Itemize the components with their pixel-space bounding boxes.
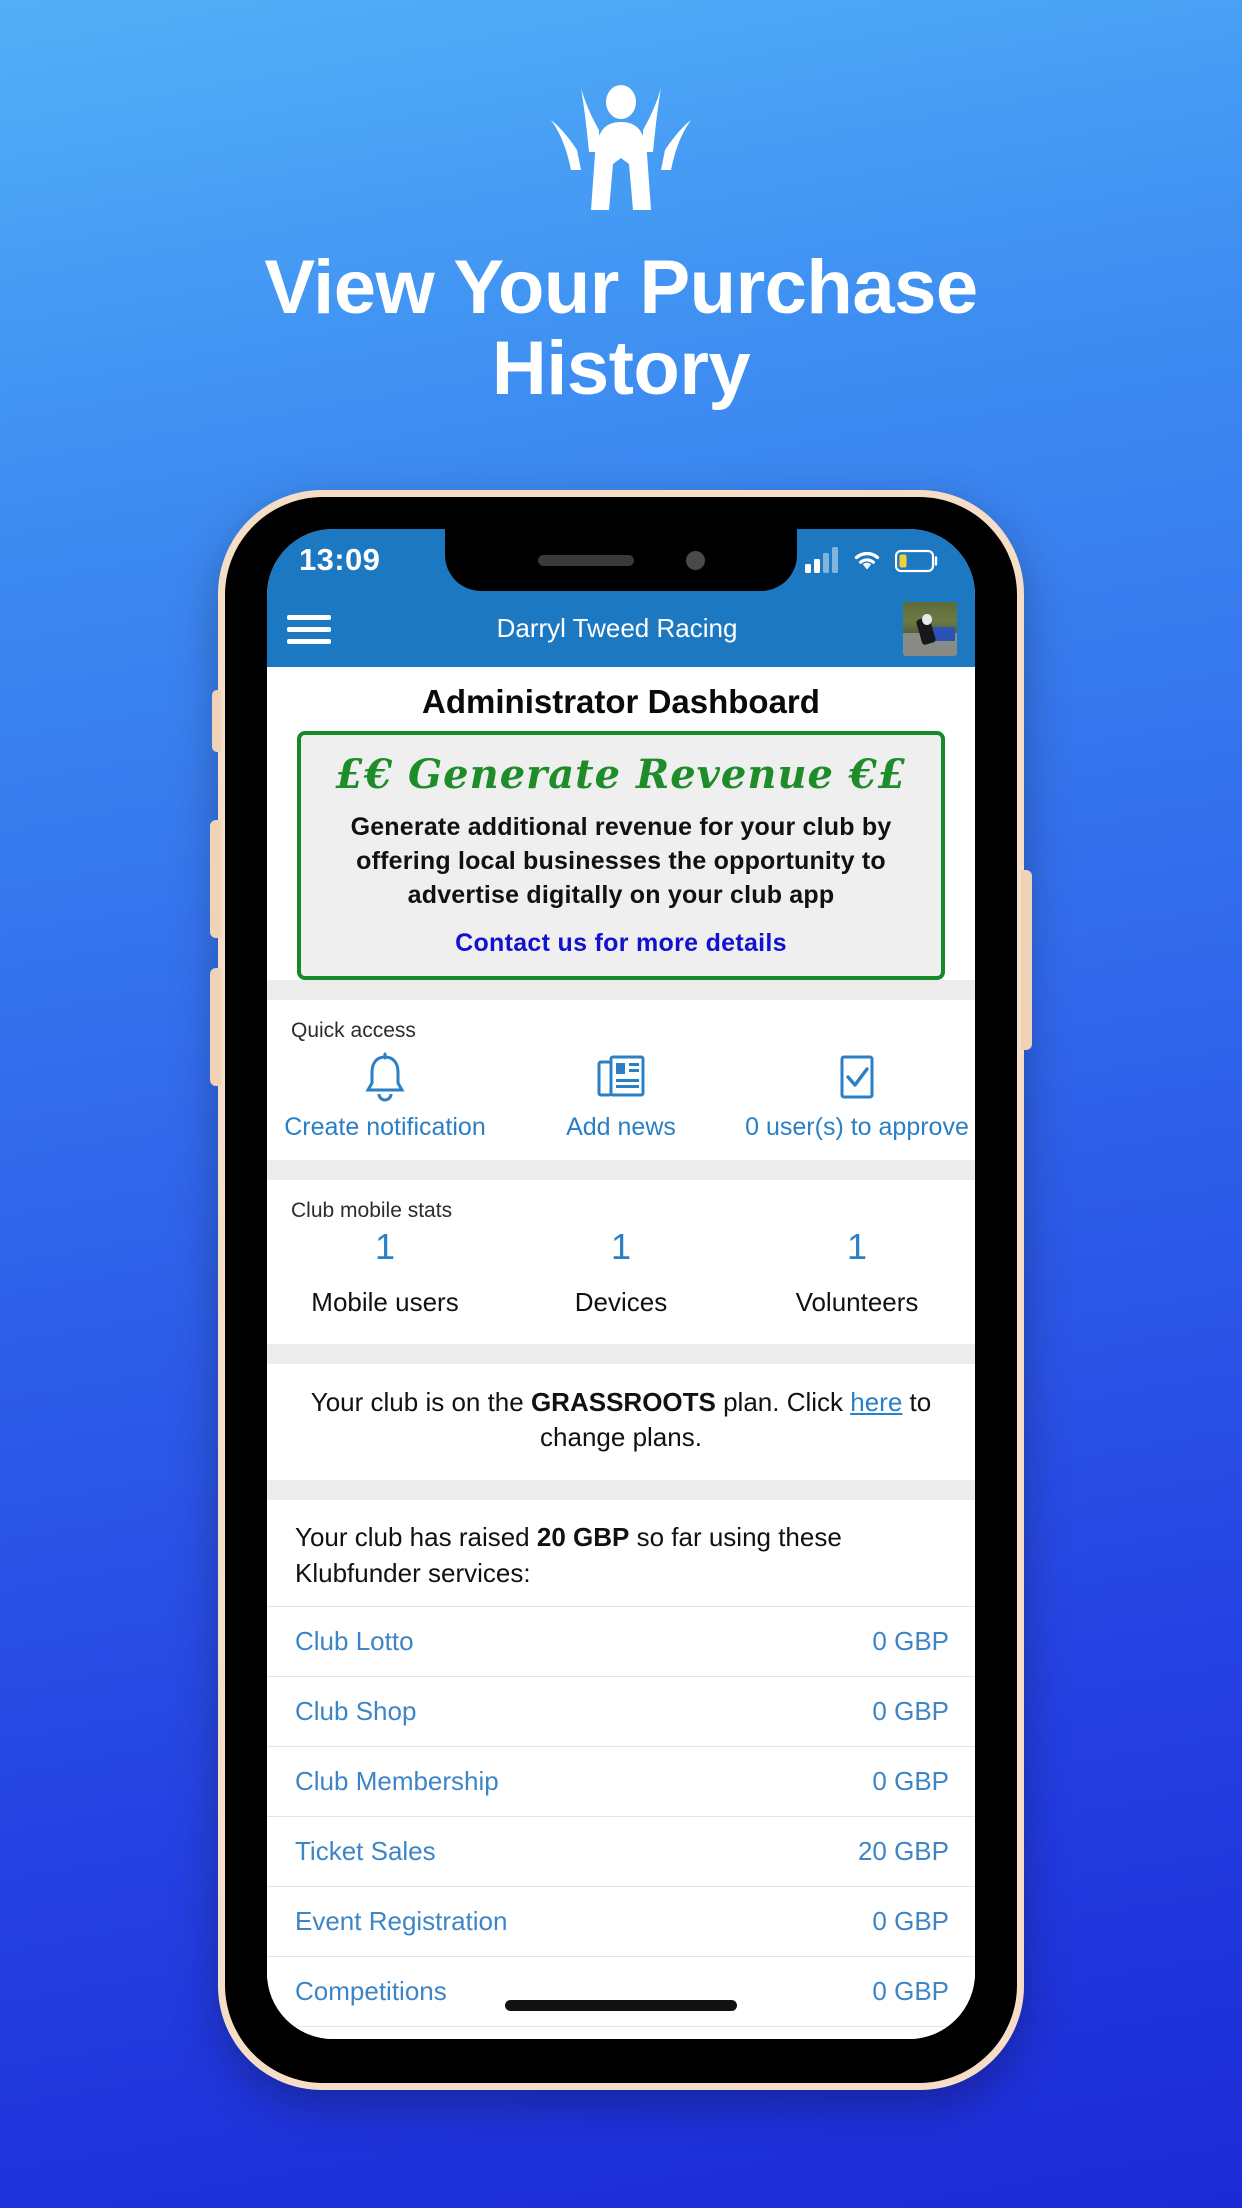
service-name: Event Registration [295,1906,508,1937]
stat-value-2: 1 [846,1226,868,1267]
app-bar-title: Darryl Tweed Racing [496,613,738,644]
bell-icon [267,1047,503,1107]
service-name: Club Lotto [295,1626,414,1657]
newspaper-icon [503,1047,739,1107]
service-amount: 20 GBP [857,1836,949,1867]
quick-access-add-news[interactable]: Add news [503,1047,739,1160]
service-amount: 0 GBP [872,1626,949,1657]
status-icons [805,547,939,573]
page-title: View Your Purchase History [264,245,978,411]
quick-access-label-2: 0 user(s) to approve [745,1113,969,1141]
raised-amount: 20 GBP [536,1522,630,1553]
table-row[interactable]: Club Shop 0 GBP [267,1676,975,1746]
plan-name: GRASSROOTS [530,1386,716,1417]
quick-access-users-to-approve[interactable]: 0 user(s) to approve [739,1047,975,1160]
dashboard-title: Administrator Dashboard [422,683,820,720]
checkbox-checked-icon [739,1047,975,1107]
hamburger-menu-icon[interactable] [287,614,331,644]
home-indicator[interactable] [505,2000,737,2011]
table-row[interactable]: Club Lotto 0 GBP [267,1606,975,1676]
contact-us-link[interactable]: Contact us for more details [313,929,929,958]
avatar[interactable] [903,602,957,656]
stat-value-1: 1 [610,1226,632,1267]
section-divider [267,1160,975,1180]
service-name: Ticket Sales [295,1836,436,1867]
phone-notch [445,529,797,591]
quick-access-label: Quick access [291,1019,416,1042]
front-camera-icon [685,550,705,570]
club-mobile-stats-section: Club mobile stats 1 Mobile users 1 Devic… [267,1180,975,1344]
service-amount: 0 GBP [872,1906,949,1937]
phone-body: 13:09 Darryl Tweed Racing Administrator … [225,497,1017,2083]
table-row[interactable]: Ticket Sales 20 GBP [267,1816,975,1886]
quick-access-label-1: Add news [566,1113,676,1141]
table-row[interactable]: Club Membership 0 GBP [267,1746,975,1816]
change-plans-link[interactable]: here [850,1387,902,1417]
service-amount: 0 GBP [872,1696,949,1727]
revenue-banner-body: Generate additional revenue for your clu… [350,813,892,909]
cellular-signal-icon [805,547,838,573]
phone-volume-up-button[interactable] [210,820,221,938]
phone-power-button[interactable] [1021,870,1032,1050]
phone-volume-down-button[interactable] [210,968,221,1086]
stat-volunteers: 1 Volunteers [739,1227,975,1344]
quick-access-section: Quick access Create notification Add new… [267,1000,975,1160]
app-bar: Darryl Tweed Racing [267,591,975,667]
table-row[interactable]: Club Training Fees 0 GBP [267,2026,975,2039]
quick-access-label-0: Create notification [284,1113,486,1141]
quick-access-create-notification[interactable]: Create notification [267,1047,503,1160]
club-mobile-stats-label: Club mobile stats [291,1199,453,1222]
service-amount: 0 GBP [872,1766,949,1797]
services-section: Your club has raised 20 GBP so far using… [267,1500,975,2039]
stat-label-2: Volunteers [795,1286,919,1317]
service-name: Club Shop [295,1696,417,1727]
stat-label-0: Mobile users [311,1286,459,1317]
table-row[interactable]: Competitions 0 GBP [267,1956,975,2026]
raised-prefix: Your club has raised [295,1522,537,1553]
stat-label-1: Devices [574,1286,668,1317]
promo-header: View Your Purchase History [0,0,1242,409]
section-divider [267,980,975,1000]
revenue-banner-heading: £€ Generate Revenue €£ [335,751,907,798]
status-time: 13:09 [299,542,381,577]
plan-notice: Your club is on the GRASSROOTS plan. Cli… [267,1363,975,1481]
phone-silent-switch[interactable] [212,690,221,752]
service-amount: 0 GBP [872,1976,949,2007]
battery-low-icon [895,549,938,573]
phone-screen: 13:09 Darryl Tweed Racing Administrator … [267,529,975,2039]
table-row[interactable]: Event Registration 0 GBP [267,1886,975,1956]
stat-value-0: 1 [374,1226,396,1267]
section-divider [267,1480,975,1501]
wifi-icon [854,551,880,570]
plan-notice-prefix: Your club is on the [310,1386,531,1417]
service-name: Competitions [295,1976,447,2007]
stat-devices: 1 Devices [503,1227,739,1344]
phone-frame: 13:09 Darryl Tweed Racing Administrator … [210,490,1032,2090]
service-name: Club Membership [295,1766,499,1797]
section-divider [267,1343,975,1364]
phone-mockup: 13:09 Darryl Tweed Racing Administrator … [210,490,1032,2090]
stat-mobile-users: 1 Mobile users [267,1227,503,1344]
dashboard-content: Administrator Dashboard £€ Generate Reve… [267,667,975,2039]
klubfunder-logo [0,78,1242,210]
earpiece-speaker [537,554,634,566]
raised-summary: Your club has raised 20 GBP so far using… [267,1500,975,1606]
generate-revenue-banner[interactable]: £€ Generate Revenue €£ Generate addition… [297,731,945,980]
plan-notice-middle: plan. Click [715,1386,851,1417]
